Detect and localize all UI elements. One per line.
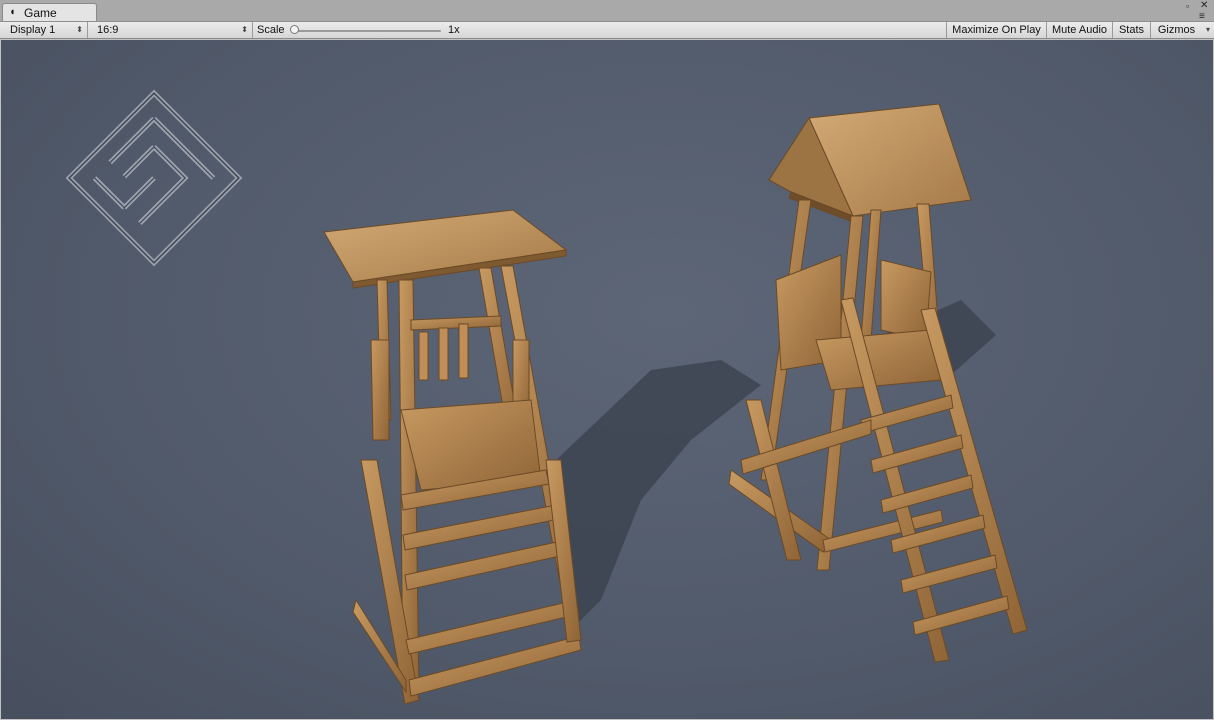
maze-diamond-logo: [65, 89, 243, 267]
watchtower-gable-roof: [728, 103, 1028, 663]
updown-arrow-icon: ⬍: [241, 25, 248, 34]
updown-arrow-icon: ⬍: [76, 25, 83, 34]
game-toolbar: Display 1 ⬍ 16:9 ⬍ Scale 1x Maximize On …: [0, 22, 1214, 39]
close-icon[interactable]: ✕: [1200, 1, 1208, 11]
aspect-dropdown[interactable]: 16:9 ⬍: [88, 22, 253, 38]
mute-audio-button[interactable]: Mute Audio: [1046, 22, 1112, 38]
maximize-on-play-button[interactable]: Maximize On Play: [946, 22, 1046, 38]
gizmos-label: Gizmos: [1157, 24, 1196, 36]
tab-game[interactable]: ◖ Game: [2, 3, 97, 21]
aspect-dropdown-label: 16:9: [97, 24, 119, 36]
maximize-icon[interactable]: ▫: [1186, 2, 1189, 11]
stats-button[interactable]: Stats: [1112, 22, 1150, 38]
scale-value: 1x: [448, 24, 460, 36]
game-window: ◖ Game ▫ ✕ ≡ Display 1 ⬍ 16:9 ⬍ Scale 1x…: [0, 0, 1214, 720]
scene-render: [65, 89, 1028, 705]
panel-menu-icon[interactable]: ≡: [1199, 12, 1205, 22]
display-dropdown-label: Display 1: [10, 24, 56, 36]
tab-strip: ◖ Game ▫ ✕ ≡: [0, 0, 1214, 22]
scale-slider-track[interactable]: [296, 30, 441, 32]
scale-label: Scale: [257, 24, 285, 36]
dropdown-arrow-icon: ▾: [1205, 25, 1210, 34]
display-dropdown[interactable]: Display 1 ⬍: [0, 22, 88, 38]
game-tab-icon: ◖: [9, 6, 16, 18]
tab-label: Game: [24, 6, 57, 20]
watchtower-flat-roof: [323, 209, 582, 705]
gizmos-dropdown[interactable]: Gizmos ▾: [1150, 22, 1214, 38]
scale-slider-thumb[interactable]: [290, 25, 299, 34]
game-viewport[interactable]: [1, 40, 1213, 719]
